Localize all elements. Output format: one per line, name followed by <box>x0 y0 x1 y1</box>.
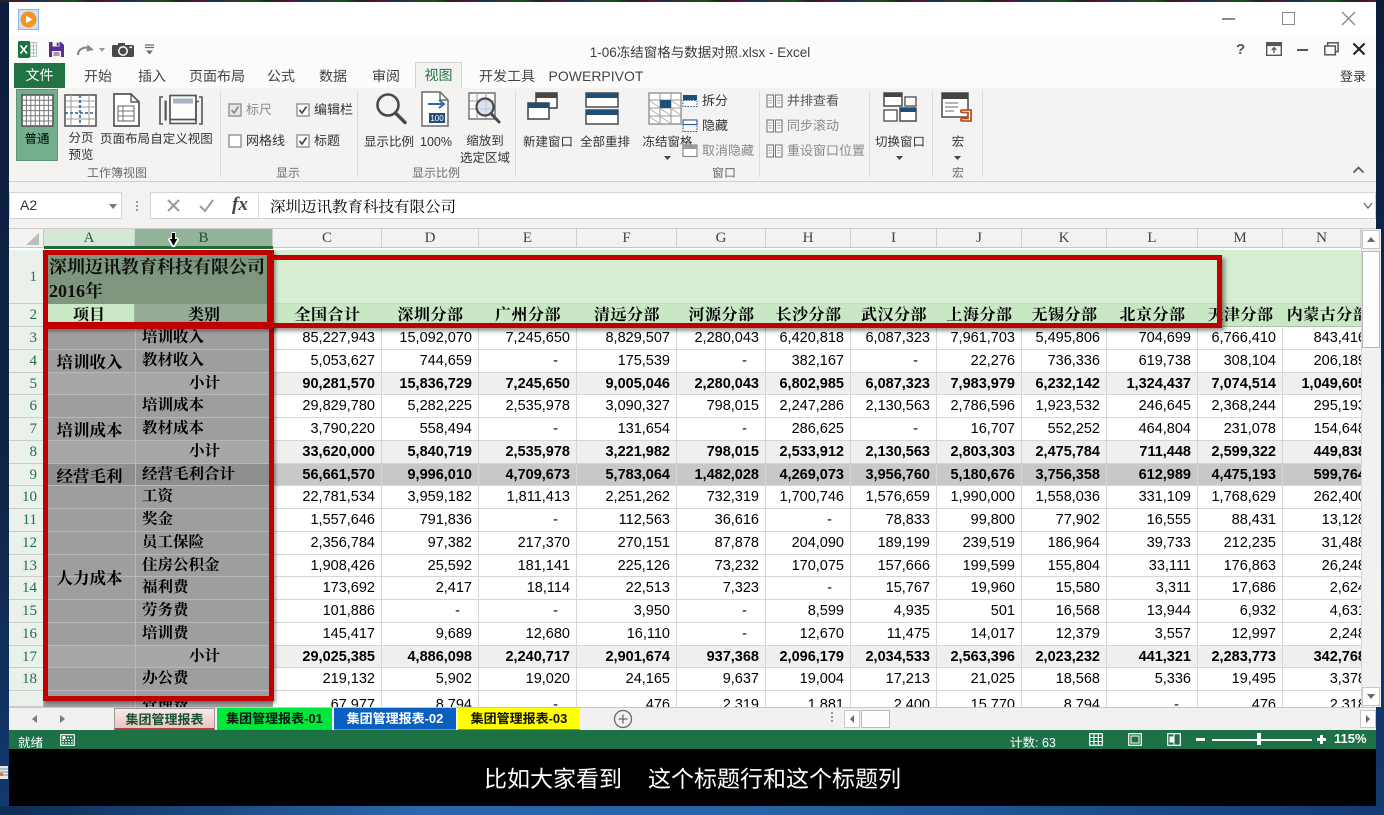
svg-text:100: 100 <box>430 114 444 123</box>
